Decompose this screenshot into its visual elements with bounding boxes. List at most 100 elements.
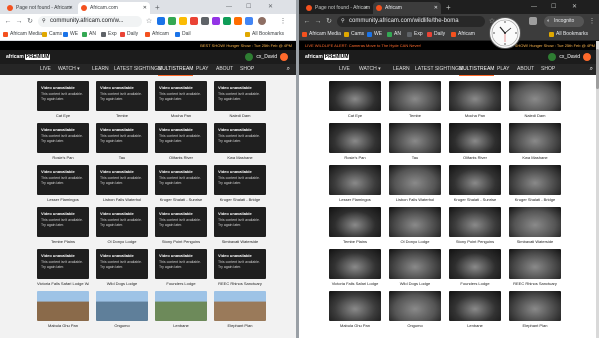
cam-video[interactable] bbox=[329, 207, 381, 237]
cam-name[interactable]: Stony Point Penguins bbox=[449, 239, 501, 244]
reload-icon[interactable]: ↻ bbox=[25, 16, 35, 27]
cam-tile[interactable]: Video unavailable This content isn't avai… bbox=[214, 165, 266, 205]
site-logo[interactable]: africam PREMIUM bbox=[305, 53, 350, 61]
maximize-icon[interactable]: ☐ bbox=[246, 0, 251, 14]
cam-video[interactable] bbox=[509, 81, 561, 111]
cam-video[interactable]: Video unavailable This content isn't avai… bbox=[37, 165, 89, 195]
nav-latest-sightings[interactable]: LATEST SIGHTINGS bbox=[114, 64, 161, 75]
nav-watch[interactable]: WATCH ▾ bbox=[58, 64, 80, 75]
extension-icon[interactable] bbox=[179, 17, 187, 25]
nav-latest-sightings[interactable]: LATEST SIGHTINGS bbox=[415, 64, 462, 75]
cam-video[interactable] bbox=[389, 81, 441, 111]
cam-tile[interactable]: Founders Lodge bbox=[449, 249, 501, 289]
cam-tile[interactable]: Video unavailable This content isn't avai… bbox=[155, 165, 207, 205]
minimize-icon[interactable]: — bbox=[226, 0, 232, 14]
cam-video[interactable] bbox=[329, 123, 381, 153]
minimize-icon[interactable]: — bbox=[531, 0, 537, 14]
cam-video[interactable] bbox=[389, 291, 441, 321]
bookmark-item[interactable]: Africam Media bbox=[3, 29, 42, 40]
menu-icon[interactable]: ⋮ bbox=[587, 16, 597, 27]
cam-video[interactable]: Video unavailable This content isn't avai… bbox=[214, 165, 266, 195]
cam-tile[interactable]: Tembe bbox=[389, 81, 441, 121]
cam-video[interactable] bbox=[449, 81, 501, 111]
cam-video[interactable] bbox=[389, 165, 441, 195]
cam-tile[interactable]: Kruger Shalati - Sunrise bbox=[449, 165, 501, 205]
cam-name[interactable]: Naledi Dam bbox=[509, 113, 561, 118]
cam-name[interactable]: Simbavati Waterside bbox=[214, 239, 266, 244]
tab-page-not-found[interactable]: Page not found - Africam ✕ bbox=[303, 2, 371, 14]
bookmark-item[interactable]: Africam bbox=[451, 29, 475, 40]
cam-tile[interactable]: Lenbane bbox=[155, 291, 207, 331]
cam-name[interactable]: Stony Point Penguins bbox=[155, 239, 207, 244]
cam-name[interactable]: Founders Lodge bbox=[449, 281, 501, 286]
extension-icon[interactable] bbox=[212, 17, 220, 25]
bookmark-item[interactable]: Exp bbox=[407, 29, 423, 40]
cam-tile[interactable]: Kruger Shalati - Bridge bbox=[509, 165, 561, 205]
cam-tile[interactable]: Elephant Plan bbox=[214, 291, 266, 331]
cam-tile[interactable]: Kwa Mashane bbox=[509, 123, 561, 163]
nav-multistream[interactable]: MULTISTREAM bbox=[158, 64, 194, 76]
cam-video[interactable]: Video unavailable This content isn't avai… bbox=[214, 123, 266, 153]
cam-video[interactable] bbox=[214, 291, 266, 321]
back-icon[interactable]: ← bbox=[302, 16, 312, 27]
cam-name[interactable]: Ongumo bbox=[389, 323, 441, 328]
cam-tile[interactable]: Mabula Ghu Pan bbox=[37, 291, 89, 331]
cam-video[interactable] bbox=[449, 165, 501, 195]
cam-tile[interactable]: Video unavailable This content isn't avai… bbox=[37, 81, 89, 121]
cam-tile[interactable]: Video unavailable This content isn't avai… bbox=[37, 123, 89, 163]
cam-video[interactable] bbox=[509, 207, 561, 237]
cam-video[interactable]: Video unavailable This content isn't avai… bbox=[214, 207, 266, 237]
nav-shop[interactable]: SHOP bbox=[541, 64, 555, 75]
nav-play[interactable]: PLAY bbox=[497, 64, 509, 75]
cam-video[interactable] bbox=[329, 81, 381, 111]
cam-tile[interactable]: Wild Dogs Lodge bbox=[389, 249, 441, 289]
cam-name[interactable]: Ol Donyo Lodge bbox=[96, 239, 148, 244]
cam-tile[interactable]: Naledi Dam bbox=[509, 81, 561, 121]
cam-tile[interactable]: Video unavailable This content isn't avai… bbox=[155, 81, 207, 121]
site-info-icon[interactable]: ⚲ bbox=[341, 16, 345, 27]
cam-tile[interactable]: Olifants River bbox=[449, 123, 501, 163]
cam-tile[interactable]: Video unavailable This content isn't avai… bbox=[155, 123, 207, 163]
cam-name[interactable]: Cat Eye bbox=[329, 113, 381, 118]
cam-video[interactable]: Video unavailable This content isn't avai… bbox=[96, 81, 148, 111]
cam-name[interactable]: Rosie's Pan bbox=[329, 155, 381, 160]
cam-name[interactable]: Kwa Mashane bbox=[214, 155, 266, 160]
extension-icon[interactable] bbox=[201, 17, 209, 25]
reload-icon[interactable]: ↻ bbox=[324, 16, 334, 27]
cam-name[interactable]: Ol Donyo Lodge bbox=[389, 239, 441, 244]
cam-video[interactable]: Video unavailable This content isn't avai… bbox=[155, 123, 207, 153]
cam-tile[interactable]: Video unavailable This content isn't avai… bbox=[96, 81, 148, 121]
cam-video[interactable] bbox=[509, 165, 561, 195]
bookmark-item[interactable]: Daily bbox=[120, 29, 138, 40]
cam-video[interactable]: Video unavailable This content isn't avai… bbox=[96, 123, 148, 153]
cam-video[interactable]: Video unavailable This content isn't avai… bbox=[96, 249, 148, 279]
cam-tile[interactable]: Video unavailable This content isn't avai… bbox=[96, 165, 148, 205]
all-bookmarks[interactable]: All Bookmarks bbox=[549, 29, 588, 40]
close-icon[interactable]: ✕ bbox=[143, 2, 147, 14]
bookmark-item[interactable]: Cams bbox=[42, 29, 62, 40]
nav-learn[interactable]: LEARN bbox=[92, 64, 109, 75]
cam-tile[interactable]: Ongumo bbox=[389, 291, 441, 331]
cam-tile[interactable]: Elephant Plan bbox=[509, 291, 561, 331]
nav-about[interactable]: ABOUT bbox=[517, 64, 534, 75]
extension-icon[interactable] bbox=[190, 17, 198, 25]
close-icon[interactable]: ✕ bbox=[69, 2, 73, 14]
cam-video[interactable] bbox=[329, 291, 381, 321]
cam-tile[interactable]: Ongumo bbox=[96, 291, 148, 331]
cam-tile[interactable]: Lenbane bbox=[449, 291, 501, 331]
nav-watch[interactable]: WATCH ▾ bbox=[359, 64, 381, 75]
site-logo[interactable]: africam PREMIUM bbox=[6, 53, 51, 61]
cam-name[interactable]: Lesser Flamingos bbox=[37, 197, 89, 202]
cam-name[interactable]: Elephant Plan bbox=[214, 323, 266, 328]
cam-video[interactable]: Video unavailable This content isn't avai… bbox=[37, 249, 89, 279]
new-tab-button[interactable]: + bbox=[155, 2, 160, 13]
cam-name[interactable]: Founders Lodge bbox=[155, 281, 207, 286]
cam-name[interactable]: Lenbane bbox=[449, 323, 501, 328]
cam-name[interactable]: Mabula Ghu Pan bbox=[37, 323, 89, 328]
cam-video[interactable] bbox=[509, 291, 561, 321]
cam-name[interactable]: Lenbane bbox=[155, 323, 207, 328]
cam-video[interactable] bbox=[389, 249, 441, 279]
maximize-icon[interactable]: ☐ bbox=[551, 0, 556, 14]
cam-video[interactable] bbox=[449, 249, 501, 279]
cam-name[interactable]: Naledi Dam bbox=[214, 113, 266, 118]
